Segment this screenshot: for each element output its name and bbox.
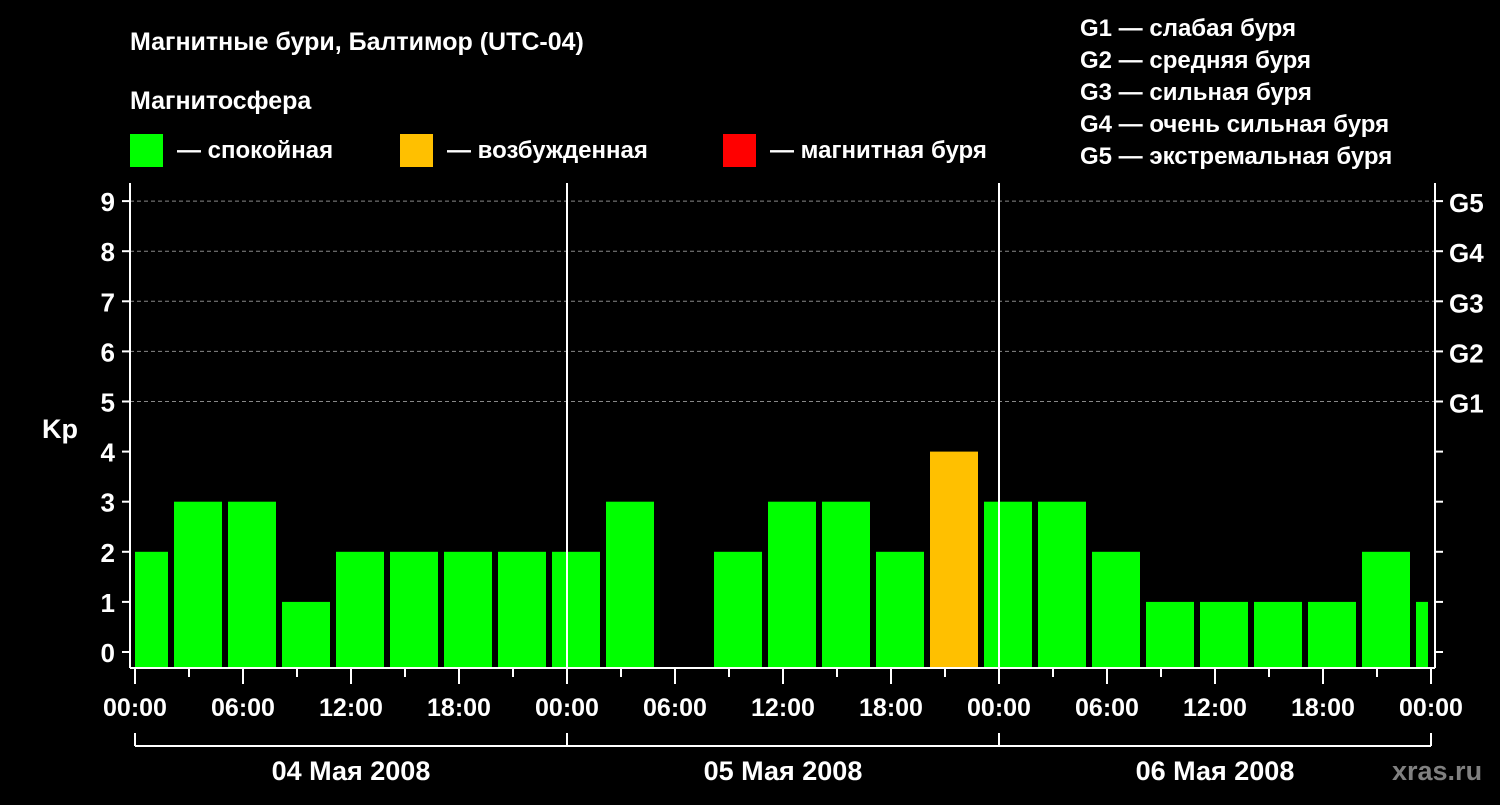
kp-chart: Магнитные бури, Балтимор (UTC-04) Магнит… xyxy=(42,15,1484,786)
date-label: 05 Мая 2008 xyxy=(704,756,863,786)
x-tick-label: 00:00 xyxy=(1399,694,1463,722)
watermark: xras.ru xyxy=(1392,756,1482,786)
x-tick-label: 18:00 xyxy=(427,694,491,722)
kp-bar xyxy=(282,601,330,668)
g-legend-item: G1 — слабая буря xyxy=(1080,15,1296,42)
g-tick-label: G5 xyxy=(1449,188,1484,218)
y-tick-label: 1 xyxy=(101,588,115,618)
y-tick-label: 9 xyxy=(101,187,115,217)
legend-swatch xyxy=(723,134,756,167)
kp-bar xyxy=(174,501,222,668)
date-label: 06 Мая 2008 xyxy=(1136,756,1295,786)
legend-label: — спокойная xyxy=(177,137,333,164)
kp-bar xyxy=(1200,601,1248,668)
chart-title: Магнитные бури, Балтимор (UTC-04) xyxy=(130,28,584,56)
y-tick-label: 2 xyxy=(101,538,115,568)
g-legend-item: G3 — сильная буря xyxy=(1080,79,1312,106)
kp-bar xyxy=(1362,551,1410,668)
y-tick-label: 3 xyxy=(101,488,115,518)
legend: — спокойная — возбужденная — магнитная бур… xyxy=(130,134,987,167)
kp-bar xyxy=(498,551,546,668)
y-tick-label: 8 xyxy=(101,237,115,267)
kp-bar xyxy=(1038,501,1086,668)
legend-label: — магнитная буря xyxy=(770,137,987,164)
legend-swatch xyxy=(130,134,163,167)
kp-bar xyxy=(1416,601,1428,668)
legend-label: — возбужденная xyxy=(447,137,648,164)
g-legend-item: G5 — экстремальная буря xyxy=(1080,143,1392,170)
kp-bar xyxy=(135,551,168,668)
y-axis-label: Kp xyxy=(42,414,78,444)
kp-bar xyxy=(1254,601,1302,668)
kp-bar xyxy=(984,501,1032,668)
g-tick-label: G1 xyxy=(1449,389,1484,419)
kp-bar xyxy=(228,501,276,668)
y-tick-label: 7 xyxy=(101,287,115,317)
g-scale-legend: G1 — слабая буря G2 — средняя буря G3 — си… xyxy=(1080,15,1392,170)
x-tick-label: 06:00 xyxy=(211,694,275,722)
kp-bar xyxy=(930,451,978,668)
kp-bar xyxy=(606,501,654,668)
x-tick-label: 12:00 xyxy=(319,694,383,722)
y-tick-label: 5 xyxy=(101,388,115,418)
kp-bar xyxy=(390,551,438,668)
x-tick-label: 12:00 xyxy=(751,694,815,722)
kp-bar xyxy=(1092,551,1140,668)
x-tick-label: 00:00 xyxy=(103,694,167,722)
kp-bar xyxy=(768,501,816,668)
g-tick-label: G2 xyxy=(1449,338,1484,368)
kp-bar xyxy=(336,551,384,668)
g-legend-item: G4 — очень сильная буря xyxy=(1080,111,1389,138)
kp-bar xyxy=(444,551,492,668)
x-tick-label: 06:00 xyxy=(1075,694,1139,722)
y-tick-label: 0 xyxy=(101,638,115,668)
x-tick-label: 18:00 xyxy=(1291,694,1355,722)
kp-bar xyxy=(822,501,870,668)
x-tick-label: 12:00 xyxy=(1183,694,1247,722)
plot-area: 0 1 2 3 4 5 6 7 8 9 G1 G2 G3 G4 G5 00:00 06:00 12:00 18:00… xyxy=(101,183,1484,786)
kp-bar xyxy=(552,551,600,668)
date-label: 04 Мая 2008 xyxy=(272,756,431,786)
kp-bar xyxy=(1308,601,1356,668)
x-tick-label: 00:00 xyxy=(535,694,599,722)
g-tick-label: G4 xyxy=(1449,238,1484,268)
legend-title: Магнитосфера xyxy=(130,87,312,115)
x-tick-label: 00:00 xyxy=(967,694,1031,722)
kp-bar xyxy=(714,551,762,668)
x-tick-label: 18:00 xyxy=(859,694,923,722)
y-tick-label: 6 xyxy=(101,337,115,367)
y-tick-label: 4 xyxy=(101,438,116,468)
x-tick-label: 06:00 xyxy=(643,694,707,722)
g-legend-item: G2 — средняя буря xyxy=(1080,47,1311,74)
g-tick-label: G3 xyxy=(1449,288,1484,318)
kp-bar xyxy=(1146,601,1194,668)
legend-swatch xyxy=(400,134,433,167)
kp-bar xyxy=(876,551,924,668)
